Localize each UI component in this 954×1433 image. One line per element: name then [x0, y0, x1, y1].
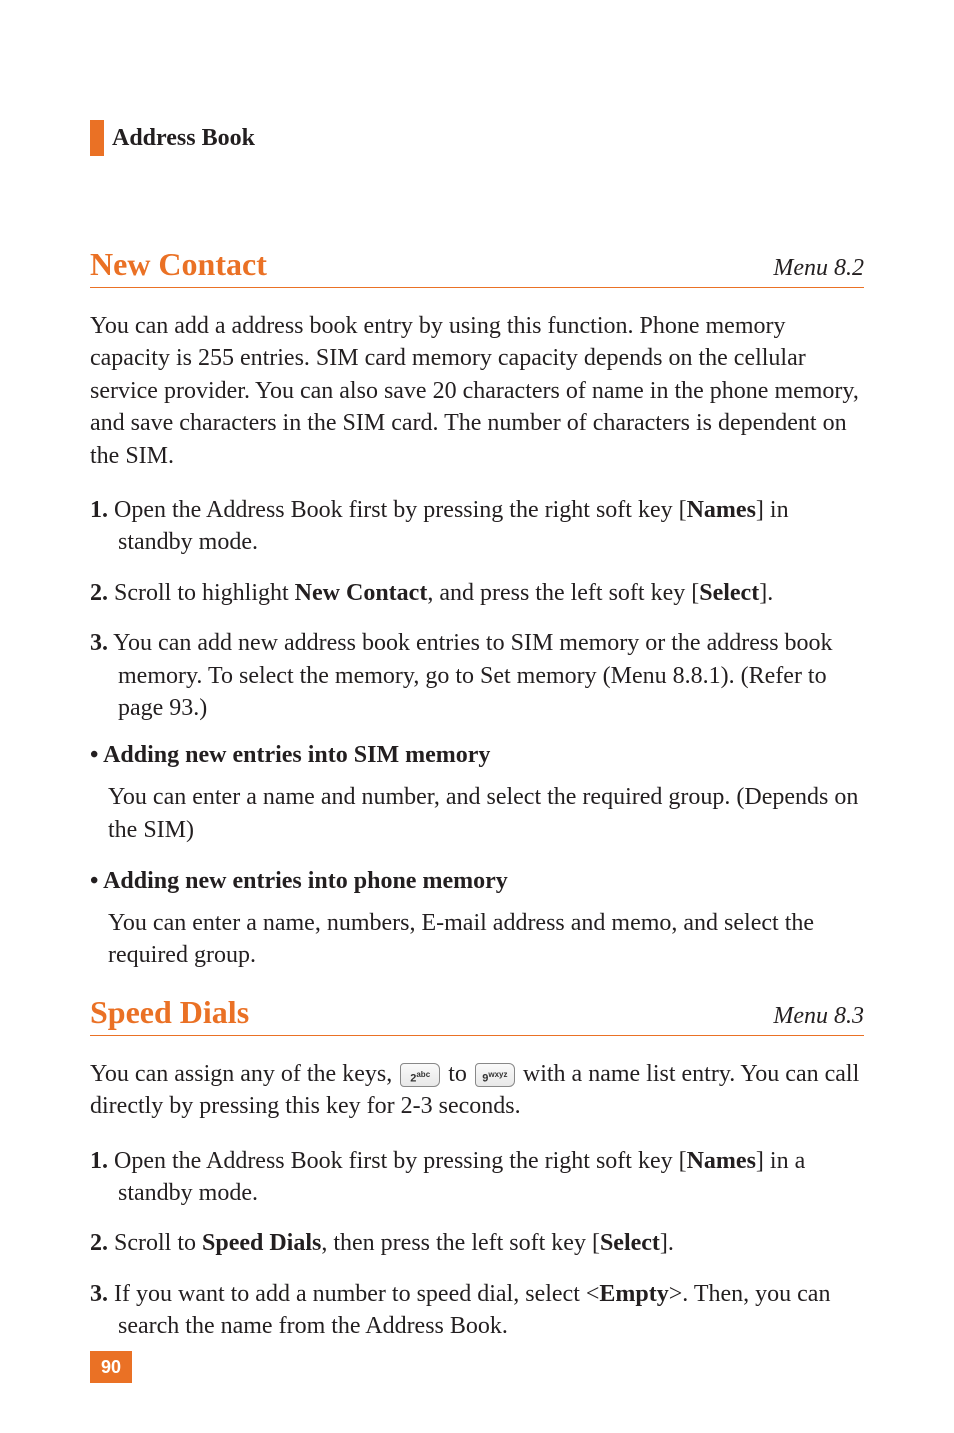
- section-header-new-contact: New Contact Menu 8.2: [90, 246, 864, 288]
- step-number: 1.: [90, 1148, 108, 1174]
- section-title: New Contact: [90, 246, 267, 283]
- step-number: 3.: [90, 630, 108, 656]
- softkey-name: Select: [600, 1230, 660, 1256]
- bullet-heading: • Adding new entries into SIM memory: [90, 742, 864, 769]
- chapter-title: Address Book: [112, 125, 255, 152]
- section-title: Speed Dials: [90, 994, 249, 1031]
- chapter-accent-bar: [90, 120, 104, 156]
- intro-paragraph: You can add a address book entry by usin…: [90, 310, 864, 472]
- step-text: ].: [660, 1230, 674, 1256]
- step-text: Scroll to highlight: [108, 580, 295, 606]
- list-item: 3. If you want to add a number to speed …: [90, 1278, 864, 1343]
- softkey-name: Names: [687, 497, 756, 523]
- menu-reference: Menu 8.3: [773, 1003, 864, 1030]
- softkey-name: Select: [699, 580, 759, 606]
- chapter-header: Address Book: [90, 120, 864, 156]
- page-number: 90: [90, 1351, 132, 1383]
- list-item: 1. Open the Address Book first by pressi…: [90, 494, 864, 559]
- menu-item-name: Speed Dials: [202, 1230, 321, 1256]
- softkey-name: Names: [687, 1148, 756, 1174]
- step-text: Open the Address Book first by pressing …: [108, 497, 687, 523]
- placeholder-name: Empty: [599, 1281, 668, 1307]
- step-text: ].: [759, 580, 773, 606]
- step-number: 3.: [90, 1281, 108, 1307]
- step-text: , and press the left soft key [: [427, 580, 699, 606]
- step-text: , then press the left soft key [: [321, 1230, 600, 1256]
- section-header-speed-dials: Speed Dials Menu 8.3: [90, 994, 864, 1036]
- step-number: 1.: [90, 497, 108, 523]
- keypad-2-icon: 2abc: [400, 1063, 440, 1087]
- step-text: Scroll to: [108, 1230, 202, 1256]
- list-item: 3. You can add new address book entries …: [90, 627, 864, 724]
- step-number: 2.: [90, 1230, 108, 1256]
- step-text: You can add new address book entries to …: [108, 630, 833, 721]
- step-text: If you want to add a number to speed dia…: [108, 1281, 599, 1307]
- list-item: 1. Open the Address Book first by pressi…: [90, 1145, 864, 1210]
- intro-text: to: [448, 1061, 473, 1087]
- intro-paragraph: You can assign any of the keys, 2abc to …: [90, 1058, 864, 1123]
- bullet-heading: • Adding new entries into phone memory: [90, 868, 864, 895]
- step-number: 2.: [90, 580, 108, 606]
- bullet-body: You can enter a name and number, and sel…: [90, 781, 864, 846]
- list-item: 2. Scroll to Speed Dials, then press the…: [90, 1227, 864, 1259]
- list-item: 2. Scroll to highlight New Contact, and …: [90, 577, 864, 609]
- keypad-9-icon: 9wxyz: [475, 1063, 515, 1087]
- intro-text: You can assign any of the keys,: [90, 1061, 398, 1087]
- menu-reference: Menu 8.2: [773, 255, 864, 282]
- menu-item-name: New Contact: [295, 580, 428, 606]
- step-text: Open the Address Book first by pressing …: [108, 1148, 687, 1174]
- bullet-body: You can enter a name, numbers, E-mail ad…: [90, 907, 864, 972]
